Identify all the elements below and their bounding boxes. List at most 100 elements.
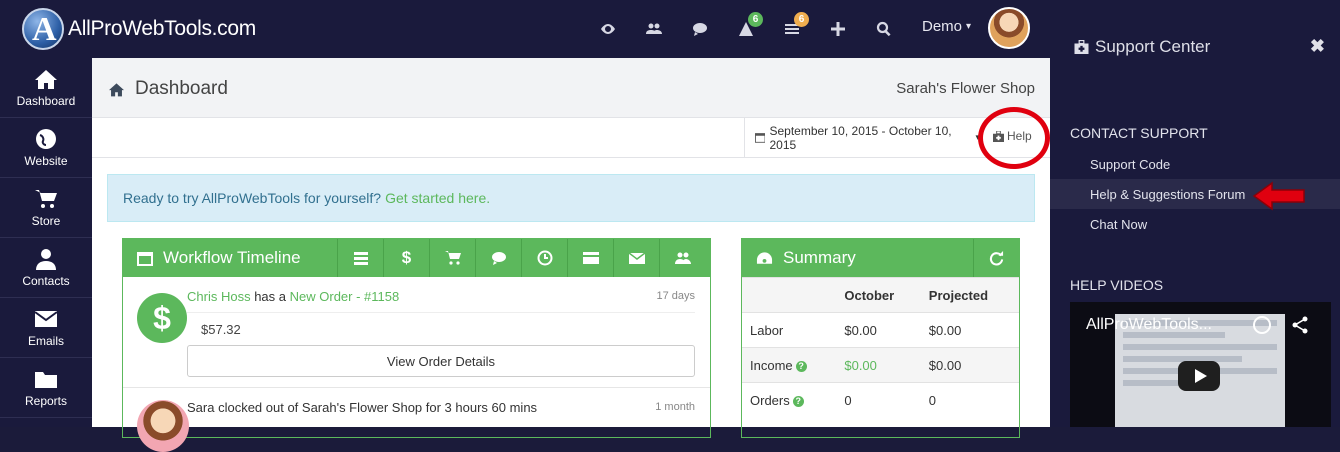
play-button-icon[interactable] <box>1178 361 1220 391</box>
user-icon <box>36 248 56 270</box>
order-amount: $57.32 <box>201 322 241 337</box>
top-icon-bar: 6 6 <box>585 0 907 58</box>
user-avatar[interactable] <box>988 7 1030 49</box>
filter-cart-icon[interactable] <box>429 239 475 277</box>
empty-header-cell <box>742 277 837 313</box>
alert-icon[interactable]: 6 <box>723 0 769 58</box>
summary-header: Summary <box>742 239 1019 277</box>
table-row: Orders? 0 0 <box>742 382 1019 418</box>
row-label: Orders <box>750 392 790 408</box>
date-range-text: September 10, 2015 - October 10, 2015 <box>769 123 952 152</box>
user-name: Demo <box>922 18 963 35</box>
dashboard-toolbar: September 10, 2015 - October 10, 2015 ▾ … <box>92 118 1050 158</box>
shop-name: Sarah's Flower Shop <box>896 80 1035 97</box>
avatar <box>137 400 189 452</box>
timeline-time: 1 month <box>655 401 695 413</box>
support-center-title: Support Center <box>1074 37 1210 57</box>
share-icon[interactable] <box>1291 316 1309 334</box>
page-header: Dashboard Sarah's Flower Shop <box>92 58 1050 118</box>
sidebar-item-label: Dashboard <box>16 93 76 108</box>
medkit-icon <box>1074 40 1089 54</box>
sidebar-item-reports[interactable]: Reports <box>0 358 92 418</box>
workflow-timeline-panel: Workflow Timeline $ $ Chris Hoss has a N… <box>122 238 711 452</box>
cell-value: $0.00 <box>920 312 1019 348</box>
contact-link[interactable]: Chris Hoss <box>187 289 251 304</box>
help-video-player[interactable]: AllProWebTools... <box>1070 302 1331 427</box>
question-icon[interactable]: ? <box>795 360 807 372</box>
filter-dollar-icon[interactable]: $ <box>383 239 429 277</box>
sidebar-item-label: Reports <box>24 393 68 408</box>
filter-clock-icon[interactable] <box>521 239 567 277</box>
timeline-time: 17 days <box>656 290 695 302</box>
chat-now-link[interactable]: Chat Now <box>1050 209 1340 239</box>
calendar-icon <box>137 252 153 266</box>
summary-header-row: October Projected <box>742 277 1019 313</box>
help-videos-heading: HELP VIDEOS <box>1070 277 1164 293</box>
folder-icon <box>35 371 57 388</box>
sidebar-item-dashboard[interactable]: Dashboard <box>0 58 92 118</box>
cell-value: $0.00 <box>836 312 921 348</box>
calendar-icon <box>755 133 766 143</box>
globe-icon <box>36 128 56 149</box>
row-label-cell: Orders? <box>742 382 837 418</box>
eye-icon[interactable] <box>585 0 631 58</box>
row-label: Labor <box>742 312 837 348</box>
app-logo[interactable]: AllProWebTools.com <box>22 6 256 52</box>
sidebar-item-label: Contacts <box>22 273 70 288</box>
watch-later-icon[interactable] <box>1253 316 1271 334</box>
filter-comment-icon[interactable] <box>475 239 521 277</box>
close-icon[interactable]: ✖ <box>1310 36 1325 57</box>
filter-card-icon[interactable] <box>567 239 613 277</box>
home-icon <box>35 69 57 89</box>
logo-text: AllProWebTools.com <box>68 17 256 40</box>
envelope-icon <box>34 310 58 327</box>
support-code-link[interactable]: Support Code <box>1050 149 1340 179</box>
search-icon[interactable] <box>861 0 907 58</box>
filter-envelope-icon[interactable] <box>613 239 659 277</box>
summary-title: Summary <box>742 248 856 268</box>
top-navbar: AllProWebTools.com 6 6 Demo ▾ <box>0 0 1050 58</box>
support-title-text: Support Center <box>1095 37 1211 56</box>
summary-table: October Projected Labor $0.00 $0.00 Inco… <box>742 277 1019 418</box>
filter-all-icon[interactable] <box>337 239 383 277</box>
sidebar-item-store[interactable]: Store <box>0 178 92 238</box>
user-menu-dropdown[interactable]: Demo ▾ <box>922 18 971 35</box>
question-icon[interactable]: ? <box>792 395 804 407</box>
dollar-icon: $ <box>137 293 187 343</box>
row-label-cell: Income? <box>742 347 837 383</box>
chevron-down-icon: ▾ <box>966 21 972 32</box>
cell-value: $0.00 <box>920 347 1019 383</box>
video-title: AllProWebTools... <box>1086 316 1212 333</box>
summary-title-text: Summary <box>783 248 856 267</box>
sidebar-item-website[interactable]: Website <box>0 118 92 178</box>
date-range-picker[interactable]: September 10, 2015 - October 10, 2015 ▾ <box>744 118 980 157</box>
comments-icon[interactable] <box>677 0 723 58</box>
support-center-panel: Support Center ✖ CONTACT SUPPORT Support… <box>1050 0 1340 427</box>
filter-users-icon[interactable] <box>659 239 705 277</box>
timeline-item: Sara clocked out of Sarah's Flower Shop … <box>123 388 710 452</box>
home-icon <box>109 82 124 96</box>
trial-alert: Ready to try AllProWebTools for yourself… <box>107 174 1035 222</box>
order-link[interactable]: New Order - #1158 <box>290 289 400 304</box>
sidebar-item-emails[interactable]: Emails <box>0 298 92 358</box>
main-content: Dashboard Sarah's Flower Shop September … <box>92 58 1050 452</box>
get-started-link[interactable]: Get started here. <box>385 190 490 206</box>
plus-icon[interactable] <box>815 0 861 58</box>
page-title: Dashboard <box>108 78 228 100</box>
summary-panel: Summary October Projected Labor $0.00 $0… <box>741 238 1020 438</box>
sidebar-item-contacts[interactable]: Contacts <box>0 238 92 298</box>
cell-value[interactable]: $0.00 <box>836 347 921 383</box>
sidebar-item-label: Website <box>24 153 68 168</box>
page-title-text: Dashboard <box>135 78 228 99</box>
tasks-icon[interactable]: 6 <box>769 0 815 58</box>
users-icon[interactable] <box>631 0 677 58</box>
sidebar-item-label: Store <box>31 213 61 228</box>
alert-text: Ready to try AllProWebTools for yourself… <box>123 190 382 206</box>
timeline-item-text: Chris Hoss has a New Order - #1158 <box>187 289 399 304</box>
refresh-icon[interactable] <box>973 239 1019 277</box>
column-header: Projected <box>920 277 1019 313</box>
view-order-details-button[interactable]: View Order Details <box>187 345 695 377</box>
cart-icon <box>35 189 57 208</box>
tasks-count-badge: 6 <box>794 12 809 27</box>
logo-globe-icon <box>22 8 64 50</box>
